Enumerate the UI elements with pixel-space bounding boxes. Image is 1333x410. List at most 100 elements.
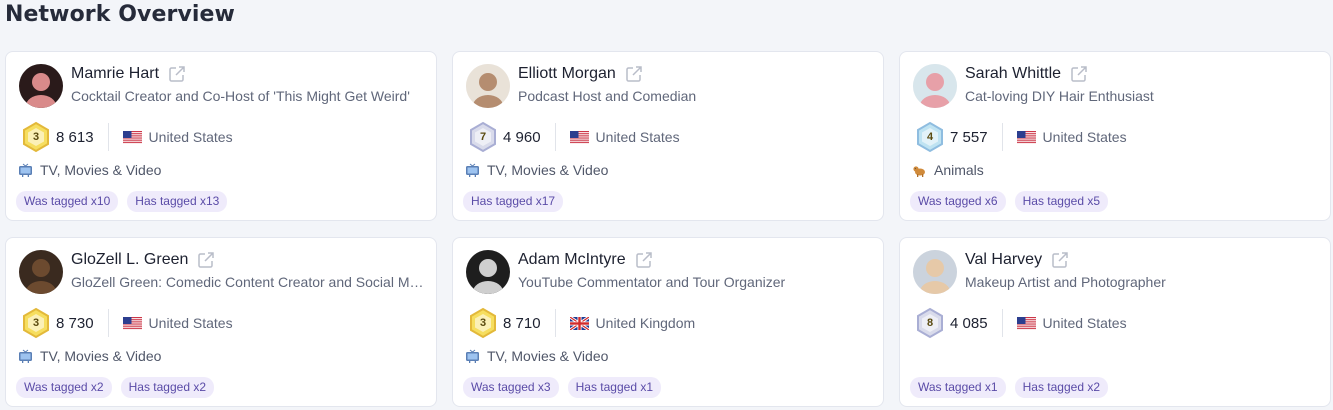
category: TV, Movies & Video bbox=[465, 348, 608, 364]
avatar[interactable] bbox=[913, 64, 957, 108]
tag-list: Was tagged x1 Has tagged x2 bbox=[910, 377, 1108, 398]
country-label: United States bbox=[595, 129, 680, 145]
tv-icon bbox=[465, 349, 480, 364]
category-label: TV, Movies & Video bbox=[40, 348, 162, 364]
follower-count: 7 557 bbox=[950, 128, 988, 146]
creator-card[interactable]: Adam McIntyre YouTube Commentator and Tou… bbox=[452, 237, 884, 407]
level-badge-icon: 3 bbox=[20, 307, 52, 339]
creator-card[interactable]: Sarah Whittle Cat-loving DIY Hair Enthusi… bbox=[899, 51, 1331, 221]
tag-list: Was tagged x2 Has tagged x2 bbox=[16, 377, 214, 398]
divider bbox=[1001, 123, 1003, 151]
creator-name[interactable]: Sarah Whittle bbox=[965, 65, 1061, 83]
uk-flag-icon bbox=[568, 315, 590, 331]
avatar[interactable] bbox=[466, 250, 510, 294]
tag-chip[interactable]: Has tagged x1 bbox=[567, 377, 661, 398]
category-label: TV, Movies & Video bbox=[487, 348, 609, 364]
creator-card[interactable]: Mamrie Hart Cocktail Creator and Co-Host … bbox=[5, 51, 437, 221]
avatar[interactable] bbox=[19, 64, 63, 108]
tv-icon bbox=[18, 349, 33, 364]
tag-chip[interactable]: Has tagged x5 bbox=[1014, 191, 1108, 212]
creator-tagline: Makeup Artist and Photographer bbox=[965, 274, 1166, 290]
creator-tagline: YouTube Commentator and Tour Organizer bbox=[518, 274, 786, 290]
tag-chip[interactable]: Was tagged x6 bbox=[910, 191, 1006, 212]
external-link-icon[interactable] bbox=[1070, 65, 1088, 83]
country-label: United States bbox=[1042, 315, 1127, 331]
level-number: 4 bbox=[926, 131, 934, 143]
category-label: TV, Movies & Video bbox=[40, 162, 162, 178]
category: TV, Movies & Video bbox=[465, 162, 608, 178]
category: TV, Movies & Video bbox=[18, 162, 161, 178]
creator-card[interactable]: Elliott Morgan Podcast Host and Comedian 7… bbox=[452, 51, 884, 221]
follower-count: 8 710 bbox=[503, 314, 541, 332]
tag-chip[interactable]: Was tagged x10 bbox=[16, 191, 119, 212]
creator-stats: 4 7 557 United States bbox=[914, 121, 1127, 153]
page-title: Network Overview bbox=[5, 2, 235, 27]
level-badge-icon: 4 bbox=[914, 121, 946, 153]
country-label: United States bbox=[148, 315, 233, 331]
tag-chip[interactable]: Was tagged x3 bbox=[463, 377, 559, 398]
creator-stats: 8 4 085 United States bbox=[914, 307, 1127, 339]
creator-card[interactable]: GloZell L. Green GloZell Green: Comedic C… bbox=[5, 237, 437, 407]
creator-tagline: GloZell Green: Comedic Content Creator a… bbox=[71, 274, 429, 290]
level-badge-icon: 7 bbox=[467, 121, 499, 153]
creator-name[interactable]: Val Harvey bbox=[965, 251, 1042, 269]
creator-tagline: Cocktail Creator and Co-Host of 'This Mi… bbox=[71, 88, 410, 104]
divider bbox=[554, 309, 556, 337]
creator-name[interactable]: Elliott Morgan bbox=[518, 65, 616, 83]
creator-tagline: Podcast Host and Comedian bbox=[518, 88, 697, 104]
follower-count: 8 613 bbox=[56, 128, 94, 146]
us-flag-icon bbox=[569, 130, 589, 144]
level-number: 7 bbox=[479, 131, 487, 143]
tag-list: Was tagged x10 Has tagged x13 bbox=[16, 191, 228, 212]
level-number: 3 bbox=[32, 131, 40, 143]
divider bbox=[1001, 309, 1003, 337]
us-flag-icon bbox=[1016, 130, 1036, 144]
category-label: TV, Movies & Video bbox=[487, 162, 609, 178]
divider bbox=[107, 123, 109, 151]
divider bbox=[554, 123, 556, 151]
tag-chip[interactable]: Was tagged x2 bbox=[16, 377, 112, 398]
avatar[interactable] bbox=[19, 250, 63, 294]
dog-icon bbox=[912, 163, 927, 178]
divider bbox=[107, 309, 109, 337]
category: TV, Movies & Video bbox=[18, 348, 161, 364]
tag-list: Was tagged x6 Has tagged x5 bbox=[910, 191, 1108, 212]
avatar[interactable] bbox=[466, 64, 510, 108]
us-flag-icon bbox=[122, 316, 142, 330]
creator-name[interactable]: Adam McIntyre bbox=[518, 251, 626, 269]
level-number: 3 bbox=[32, 317, 40, 329]
follower-count: 4 085 bbox=[950, 314, 988, 332]
level-number: 8 bbox=[926, 317, 934, 329]
tv-icon bbox=[18, 163, 33, 178]
tag-chip[interactable]: Has tagged x2 bbox=[120, 377, 214, 398]
external-link-icon[interactable] bbox=[1051, 251, 1069, 269]
tag-list: Has tagged x17 bbox=[463, 191, 564, 212]
creator-name[interactable]: Mamrie Hart bbox=[71, 65, 159, 83]
tag-chip[interactable]: Was tagged x1 bbox=[910, 377, 1006, 398]
level-number: 3 bbox=[479, 317, 487, 329]
level-badge-icon: 3 bbox=[20, 121, 52, 153]
country-label: United Kingdom bbox=[595, 315, 696, 331]
avatar[interactable] bbox=[913, 250, 957, 294]
tag-chip[interactable]: Has tagged x2 bbox=[1014, 377, 1108, 398]
tag-list: Was tagged x3 Has tagged x1 bbox=[463, 377, 661, 398]
creator-name[interactable]: GloZell L. Green bbox=[71, 251, 188, 269]
creator-tagline: Cat-loving DIY Hair Enthusiast bbox=[965, 88, 1154, 104]
external-link-icon[interactable] bbox=[635, 251, 653, 269]
external-link-icon[interactable] bbox=[625, 65, 643, 83]
tag-chip[interactable]: Has tagged x13 bbox=[127, 191, 228, 212]
tag-chip[interactable]: Has tagged x17 bbox=[463, 191, 564, 212]
level-badge-icon: 8 bbox=[914, 307, 946, 339]
us-flag-icon bbox=[1016, 316, 1036, 330]
category: Animals bbox=[912, 162, 984, 178]
creator-stats: 3 8 613 United States bbox=[20, 121, 233, 153]
external-link-icon[interactable] bbox=[197, 251, 215, 269]
creator-stats: 3 8 730 United States bbox=[20, 307, 233, 339]
tv-icon bbox=[465, 163, 480, 178]
follower-count: 4 960 bbox=[503, 128, 541, 146]
level-badge-icon: 3 bbox=[467, 307, 499, 339]
category-label: Animals bbox=[934, 162, 984, 178]
external-link-icon[interactable] bbox=[168, 65, 186, 83]
creator-stats: 7 4 960 United States bbox=[467, 121, 680, 153]
creator-card[interactable]: Val Harvey Makeup Artist and Photographer… bbox=[899, 237, 1331, 407]
